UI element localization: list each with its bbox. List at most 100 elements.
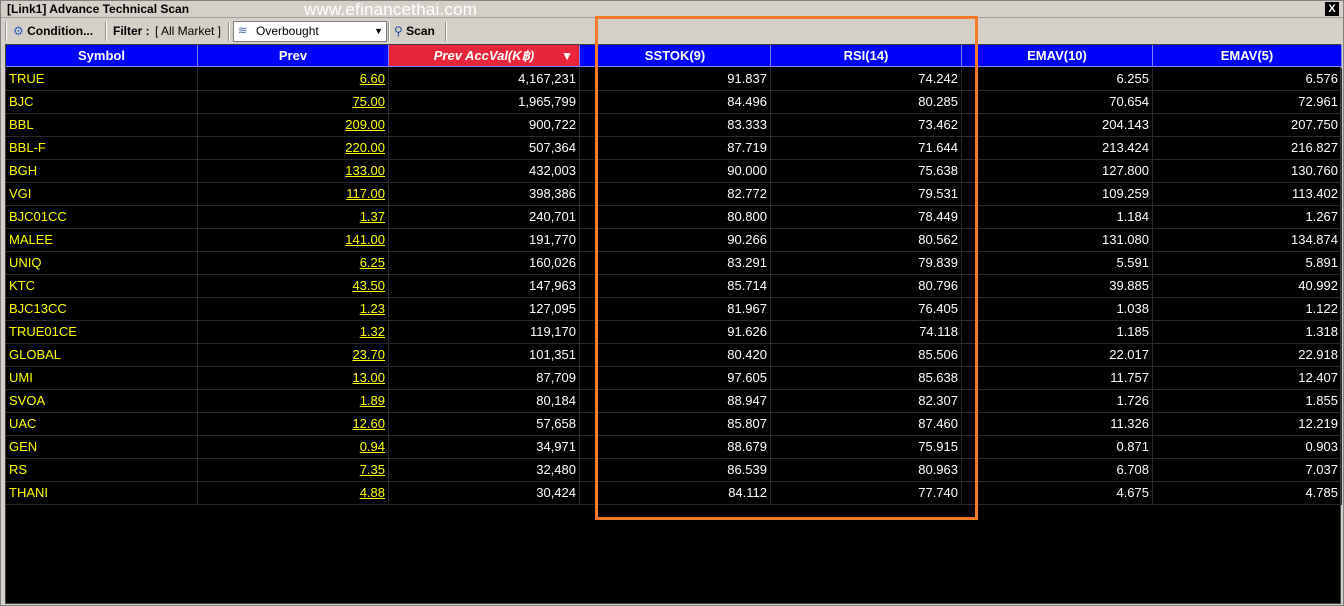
cell-prev[interactable]: 1.23 (198, 298, 389, 321)
table-row[interactable]: BJC13CC 1.23 127,095 81.967 76.405 1.038 1.122 (6, 298, 1342, 321)
cell-prev[interactable]: 141.00 (198, 229, 389, 252)
cell-accval: 32,480 (389, 459, 580, 482)
scan-button[interactable]: ⚲ Scan (394, 22, 435, 41)
table-row[interactable]: TRUE 6.60 4,167,231 91.837 74.242 6.255 6.576 (6, 68, 1342, 91)
column-header-sstok[interactable]: SSTOK(9) (580, 45, 771, 67)
scan-results-grid: Symbol Prev Prev AccVal(K฿) ▼ SSTOK(9) R… (5, 44, 1342, 604)
table-row[interactable]: BBL 209.00 900,722 83.333 73.462 204.143 207.7… (6, 114, 1342, 137)
cell-accval: 240,701 (389, 206, 580, 229)
cell-prev[interactable]: 4.88 (198, 482, 389, 505)
column-header-rsi[interactable]: RSI(14) (771, 45, 962, 67)
cell-sstok: 80.420 (580, 344, 771, 367)
cell-accval: 160,026 (389, 252, 580, 275)
cell-rsi: 76.405 (771, 298, 962, 321)
table-row[interactable]: BJC 75.00 1,965,799 84.496 80.285 70.654 72.96… (6, 91, 1342, 114)
preset-dropdown[interactable]: ≋ Overbought ▼ (233, 21, 387, 42)
cell-prev[interactable]: 209.00 (198, 114, 389, 137)
cell-prev[interactable]: 7.35 (198, 459, 389, 482)
cell-prev[interactable]: 6.25 (198, 252, 389, 275)
table-row[interactable]: MALEE 141.00 191,770 90.266 80.562 131.080 134… (6, 229, 1342, 252)
cell-sstok: 88.947 (580, 390, 771, 413)
condition-button[interactable]: ⚙ Condition... (13, 22, 93, 41)
cell-prev[interactable]: 12.60 (198, 413, 389, 436)
cell-prev[interactable]: 117.00 (198, 183, 389, 206)
cell-symbol: GEN (6, 436, 198, 459)
table-row[interactable]: BBL-F 220.00 507,364 87.719 71.644 213.424 216… (6, 137, 1342, 160)
table-row[interactable]: RS 7.35 32,480 86.539 80.963 6.708 7.037 (6, 459, 1342, 482)
table-row[interactable]: BJC01CC 1.37 240,701 80.800 78.449 1.184 1.267 (6, 206, 1342, 229)
close-button[interactable]: X (1325, 2, 1339, 16)
cell-prev[interactable]: 0.94 (198, 436, 389, 459)
cell-sstok: 90.266 (580, 229, 771, 252)
column-header-prev-accval[interactable]: Prev AccVal(K฿) ▼ (389, 45, 580, 67)
column-header-emav10[interactable]: EMAV(10) (962, 45, 1153, 67)
cell-emav5: 113.402 (1153, 183, 1342, 206)
table-row[interactable]: TRUE01CE 1.32 119,170 91.626 74.118 1.185 1.31… (6, 321, 1342, 344)
table-row[interactable]: GLOBAL 23.70 101,351 80.420 85.506 22.017 22.9… (6, 344, 1342, 367)
cell-emav10: 1.185 (962, 321, 1153, 344)
cell-accval: 34,971 (389, 436, 580, 459)
cell-sstok: 83.333 (580, 114, 771, 137)
table-row[interactable]: THANI 4.88 30,424 84.112 77.740 4.675 4.785 (6, 482, 1342, 505)
cell-sstok: 91.837 (580, 68, 771, 91)
cell-emav10: 11.326 (962, 413, 1153, 436)
table-row[interactable]: KTC 43.50 147,963 85.714 80.796 39.885 40.992 (6, 275, 1342, 298)
cell-accval: 900,722 (389, 114, 580, 137)
cell-prev[interactable]: 220.00 (198, 137, 389, 160)
cell-accval: 101,351 (389, 344, 580, 367)
table-row[interactable]: VGI 117.00 398,386 82.772 79.531 109.259 113.4… (6, 183, 1342, 206)
cell-rsi: 79.531 (771, 183, 962, 206)
cell-rsi: 74.242 (771, 68, 962, 91)
cell-sstok: 86.539 (580, 459, 771, 482)
cell-rsi: 73.462 (771, 114, 962, 137)
cell-prev[interactable]: 75.00 (198, 91, 389, 114)
cell-sstok: 85.714 (580, 275, 771, 298)
cell-prev[interactable]: 43.50 (198, 275, 389, 298)
cell-sstok: 97.605 (580, 367, 771, 390)
cell-symbol: BJC13CC (6, 298, 198, 321)
condition-icon: ⚙ (13, 24, 24, 38)
table-row[interactable]: UNIQ 6.25 160,026 83.291 79.839 5.591 5.891 (6, 252, 1342, 275)
cell-emav10: 70.654 (962, 91, 1153, 114)
cell-prev[interactable]: 1.37 (198, 206, 389, 229)
cell-prev[interactable]: 1.32 (198, 321, 389, 344)
cell-emav10: 6.708 (962, 459, 1153, 482)
cell-emav10: 131.080 (962, 229, 1153, 252)
cell-symbol: SVOA (6, 390, 198, 413)
table-row[interactable]: UAC 12.60 57,658 85.807 87.460 11.326 12.219 (6, 413, 1342, 436)
column-header-prev[interactable]: Prev (198, 45, 389, 67)
cell-emav5: 1.122 (1153, 298, 1342, 321)
cell-rsi: 79.839 (771, 252, 962, 275)
cell-sstok: 82.772 (580, 183, 771, 206)
filter-value[interactable]: [ All Market ] (155, 22, 221, 41)
cell-prev[interactable]: 23.70 (198, 344, 389, 367)
cell-prev[interactable]: 13.00 (198, 367, 389, 390)
cell-sstok: 84.112 (580, 482, 771, 505)
cell-rsi: 77.740 (771, 482, 962, 505)
cell-sstok: 81.967 (580, 298, 771, 321)
cell-sstok: 90.000 (580, 160, 771, 183)
cell-emav5: 216.827 (1153, 137, 1342, 160)
cell-symbol: UNIQ (6, 252, 198, 275)
cell-prev[interactable]: 6.60 (198, 68, 389, 91)
cell-emav5: 134.874 (1153, 229, 1342, 252)
table-row[interactable]: GEN 0.94 34,971 88.679 75.915 0.871 0.903 (6, 436, 1342, 459)
table-row[interactable]: UMI 13.00 87,709 97.605 85.638 11.757 12.407 (6, 367, 1342, 390)
column-header-label: Prev AccVal(K฿) (433, 48, 535, 63)
cell-sstok: 91.626 (580, 321, 771, 344)
cell-symbol: RS (6, 459, 198, 482)
cell-emav10: 39.885 (962, 275, 1153, 298)
table-row[interactable]: BGH 133.00 432,003 90.000 75.638 127.800 130.7… (6, 160, 1342, 183)
cell-rsi: 80.562 (771, 229, 962, 252)
cell-emav10: 4.675 (962, 482, 1153, 505)
table-row[interactable]: SVOA 1.89 80,184 88.947 82.307 1.726 1.855 (6, 390, 1342, 413)
cell-emav5: 130.760 (1153, 160, 1342, 183)
scan-window: [Link1] Advance Technical Scan www.efina… (0, 0, 1344, 606)
cell-prev[interactable]: 133.00 (198, 160, 389, 183)
cell-accval: 30,424 (389, 482, 580, 505)
cell-prev[interactable]: 1.89 (198, 390, 389, 413)
column-header-symbol[interactable]: Symbol (6, 45, 198, 67)
column-header-emav5[interactable]: EMAV(5) (1153, 45, 1342, 67)
cell-rsi: 75.915 (771, 436, 962, 459)
toolbar-separator (445, 22, 447, 41)
